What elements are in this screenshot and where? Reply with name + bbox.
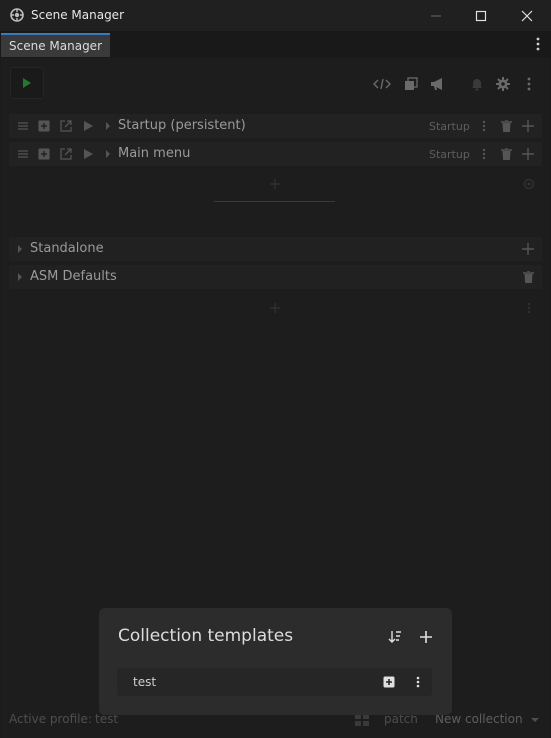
- apply-template-icon[interactable]: [382, 675, 396, 689]
- bell-icon[interactable]: [468, 75, 486, 93]
- group-name: ASM Defaults: [30, 269, 117, 284]
- expand-chevron-icon[interactable]: [101, 147, 115, 161]
- drag-handle-icon[interactable]: [16, 119, 30, 133]
- trash-icon[interactable]: [499, 147, 513, 161]
- open-external-icon[interactable]: [59, 119, 73, 133]
- open-external-icon[interactable]: [59, 147, 73, 161]
- trash-icon[interactable]: [521, 270, 535, 284]
- expand-chevron-icon[interactable]: [101, 119, 115, 133]
- add-icon[interactable]: [521, 242, 535, 256]
- collection-name: Startup (persistent): [118, 118, 246, 133]
- profile-grid-icon[interactable]: [355, 713, 369, 727]
- more-icon[interactable]: [522, 301, 536, 315]
- tab-scene-manager[interactable]: Scene Manager: [1, 33, 110, 57]
- code-icon[interactable]: [373, 75, 391, 93]
- play-collection-icon[interactable]: [81, 147, 95, 161]
- trash-icon[interactable]: [499, 119, 513, 133]
- play-icon: [23, 78, 31, 88]
- app-logo-icon: [10, 8, 24, 22]
- add-icon[interactable]: [521, 119, 535, 133]
- popup-title: Collection templates: [118, 626, 294, 646]
- tab-menu-more-icon[interactable]: [533, 36, 543, 52]
- add-collection-icon[interactable]: [268, 177, 282, 191]
- add-scene-icon[interactable]: [37, 119, 51, 133]
- window-title: Scene Manager: [31, 8, 124, 22]
- chevron-down-icon[interactable]: [528, 713, 542, 727]
- collection-name: Main menu: [118, 146, 191, 161]
- collection-templates-popup: [99, 608, 452, 715]
- sort-icon[interactable]: [388, 630, 402, 644]
- startup-tag: Startup: [429, 148, 470, 161]
- stack-settings-icon[interactable]: [522, 177, 536, 191]
- add-template-icon[interactable]: [419, 630, 433, 644]
- divider: [214, 201, 335, 202]
- template-name: test: [133, 675, 157, 689]
- layers-icon[interactable]: [402, 75, 420, 93]
- play-button[interactable]: [10, 67, 44, 99]
- template-more-icon[interactable]: [411, 675, 425, 689]
- minimize-button[interactable]: [413, 0, 459, 31]
- drag-handle-icon[interactable]: [16, 147, 30, 161]
- collection-more-icon[interactable]: [477, 147, 491, 161]
- group-name: Standalone: [30, 241, 104, 256]
- add-group-icon[interactable]: [268, 301, 282, 315]
- more-icon[interactable]: [520, 75, 538, 93]
- startup-tag: Startup: [429, 120, 470, 133]
- active-profile-label: Active profile:: [9, 712, 92, 726]
- megaphone-icon[interactable]: [429, 75, 447, 93]
- gear-icon[interactable]: [494, 75, 512, 93]
- expand-chevron-icon[interactable]: [13, 270, 27, 284]
- add-scene-icon[interactable]: [37, 147, 51, 161]
- play-collection-icon[interactable]: [81, 119, 95, 133]
- expand-chevron-icon[interactable]: [13, 242, 27, 256]
- add-icon[interactable]: [521, 147, 535, 161]
- collection-more-icon[interactable]: [477, 119, 491, 133]
- maximize-button[interactable]: [458, 0, 504, 31]
- close-button[interactable]: [504, 0, 550, 31]
